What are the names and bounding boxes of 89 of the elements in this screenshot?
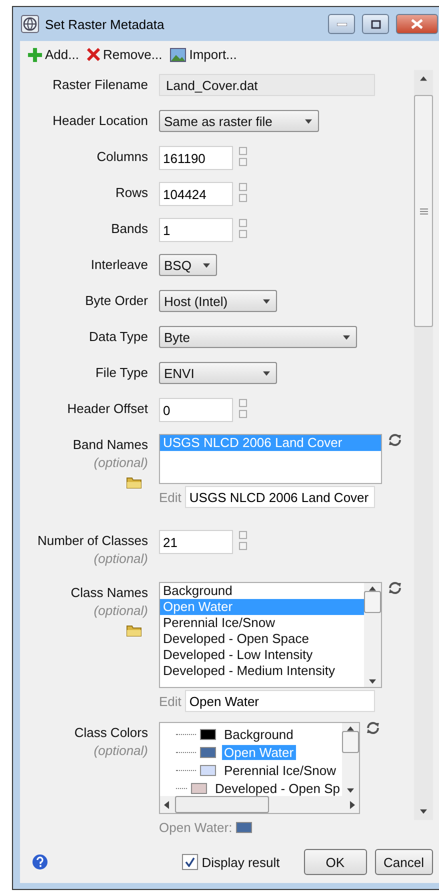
color-swatch bbox=[236, 822, 252, 833]
field-label: Header Location bbox=[52, 113, 148, 128]
color-swatch[interactable] bbox=[200, 764, 216, 776]
color-tree[interactable]: Background Open Water Perennial Ice/Snow Developed - Open Sp bbox=[159, 722, 360, 814]
list-item[interactable]: Perennial Ice/Snow bbox=[160, 615, 364, 631]
list-item[interactable]: Developed - Medium Intensity bbox=[160, 663, 364, 679]
field-label: Rows bbox=[115, 185, 148, 200]
toolbar-button[interactable]: Add... bbox=[28, 47, 79, 62]
field-label: Bands bbox=[111, 221, 148, 236]
scroll-thumb[interactable] bbox=[364, 591, 381, 613]
image-icon bbox=[170, 48, 186, 62]
field-label: Band Names bbox=[72, 437, 148, 452]
refresh-icon[interactable] bbox=[366, 722, 380, 734]
number-field[interactable]: 161190 bbox=[159, 146, 233, 170]
caret-icon[interactable] bbox=[203, 262, 210, 268]
minimize-icon bbox=[336, 22, 346, 26]
scroll-down-icon[interactable] bbox=[347, 788, 354, 793]
check-icon bbox=[184, 857, 195, 867]
list-item[interactable]: Developed - Low Intensity bbox=[160, 647, 364, 663]
field-label: Raster Filename bbox=[52, 77, 148, 92]
help-icon[interactable] bbox=[32, 854, 48, 870]
field-label: Header Offset bbox=[67, 401, 148, 416]
plus-icon bbox=[28, 48, 42, 62]
number-field[interactable]: 1 bbox=[159, 218, 233, 242]
optional-note: (optional) bbox=[94, 455, 148, 470]
scroll-thumb[interactable] bbox=[342, 731, 359, 753]
field-label: Columns bbox=[96, 149, 148, 164]
field-label: Byte Order bbox=[85, 293, 148, 308]
dropdown[interactable]: Same as raster file bbox=[159, 110, 319, 132]
number-field[interactable]: 104424 bbox=[159, 182, 233, 206]
maximize-button[interactable] bbox=[362, 14, 389, 34]
color-swatch[interactable] bbox=[200, 746, 216, 758]
close-icon bbox=[411, 19, 423, 29]
dropdown[interactable]: Host (Intel) bbox=[159, 290, 277, 312]
tree-item[interactable]: Developed - Open Sp bbox=[212, 780, 342, 796]
edit-label: Edit bbox=[159, 490, 182, 504]
scroll-thumb[interactable] bbox=[414, 95, 433, 327]
name-list[interactable]: Background Open Water Perennial Ice/Snow Developed - Open Space Developed - Low Intensity Developed - Medium Intensity bbox=[159, 582, 382, 688]
refresh-icon[interactable] bbox=[388, 582, 402, 594]
color-swatch[interactable] bbox=[190, 782, 207, 794]
globe-icon bbox=[21, 15, 39, 33]
list-item[interactable]: Developed - Open Space bbox=[160, 631, 364, 647]
minimize-button[interactable] bbox=[328, 14, 355, 34]
toolbar-button[interactable]: Remove... bbox=[86, 47, 162, 62]
tree-item[interactable]: Background bbox=[222, 726, 296, 742]
scroll-down-icon[interactable] bbox=[420, 809, 427, 814]
edit-field[interactable]: USGS NLCD 2006 Land Cover bbox=[185, 486, 376, 508]
caret-icon[interactable] bbox=[343, 334, 350, 340]
list-item[interactable]: Background bbox=[160, 583, 364, 599]
toolbar-button[interactable]: Import... bbox=[170, 47, 237, 62]
close-button[interactable] bbox=[396, 14, 438, 34]
color-swatch[interactable] bbox=[200, 728, 216, 740]
field-label: Class Names bbox=[70, 585, 148, 600]
current-color-label: Open Water: bbox=[159, 820, 232, 835]
caret-icon[interactable] bbox=[305, 118, 312, 124]
edit-label: Edit bbox=[159, 694, 182, 708]
filename-field: Land_Cover.dat bbox=[159, 74, 375, 96]
maximize-icon bbox=[370, 20, 380, 28]
dropdown[interactable]: ENVI bbox=[159, 362, 277, 384]
field-label: Number of Classes bbox=[37, 533, 148, 548]
dialog-button[interactable]: OK bbox=[304, 849, 367, 875]
scroll-thumb[interactable] bbox=[175, 796, 269, 813]
scroll-right-icon[interactable] bbox=[350, 800, 355, 808]
number-field[interactable]: 21 bbox=[159, 530, 233, 554]
dialog-button[interactable]: Cancel bbox=[374, 849, 433, 875]
refresh-icon[interactable] bbox=[388, 434, 402, 446]
field-label: Interleave bbox=[90, 257, 148, 272]
caret-icon[interactable] bbox=[263, 298, 270, 304]
scroll-up-icon[interactable] bbox=[420, 76, 427, 81]
window-title: Set Raster Metadata bbox=[45, 16, 166, 32]
field-label: Data Type bbox=[88, 329, 148, 344]
field-label: File Type bbox=[95, 365, 148, 380]
dropdown[interactable]: BSQ bbox=[159, 254, 217, 276]
dropdown[interactable]: Byte bbox=[159, 326, 357, 348]
optional-note: (optional) bbox=[94, 743, 148, 758]
close-icon bbox=[86, 48, 100, 61]
folder-icon[interactable] bbox=[126, 623, 142, 637]
optional-note: (optional) bbox=[94, 603, 148, 618]
display-result-checkbox[interactable]: Display result bbox=[182, 854, 280, 870]
scroll-down-icon[interactable] bbox=[369, 679, 376, 684]
edit-field[interactable]: Open Water bbox=[185, 690, 376, 712]
caret-icon[interactable] bbox=[263, 370, 270, 376]
field-label: Class Colors bbox=[74, 725, 148, 740]
scrollbar[interactable] bbox=[414, 70, 433, 820]
number-field[interactable]: 0 bbox=[159, 398, 233, 422]
folder-icon[interactable] bbox=[126, 475, 142, 489]
tree-item[interactable]: Perennial Ice/Snow bbox=[222, 762, 338, 778]
optional-note: (optional) bbox=[94, 551, 148, 566]
scroll-left-icon[interactable] bbox=[164, 800, 169, 808]
